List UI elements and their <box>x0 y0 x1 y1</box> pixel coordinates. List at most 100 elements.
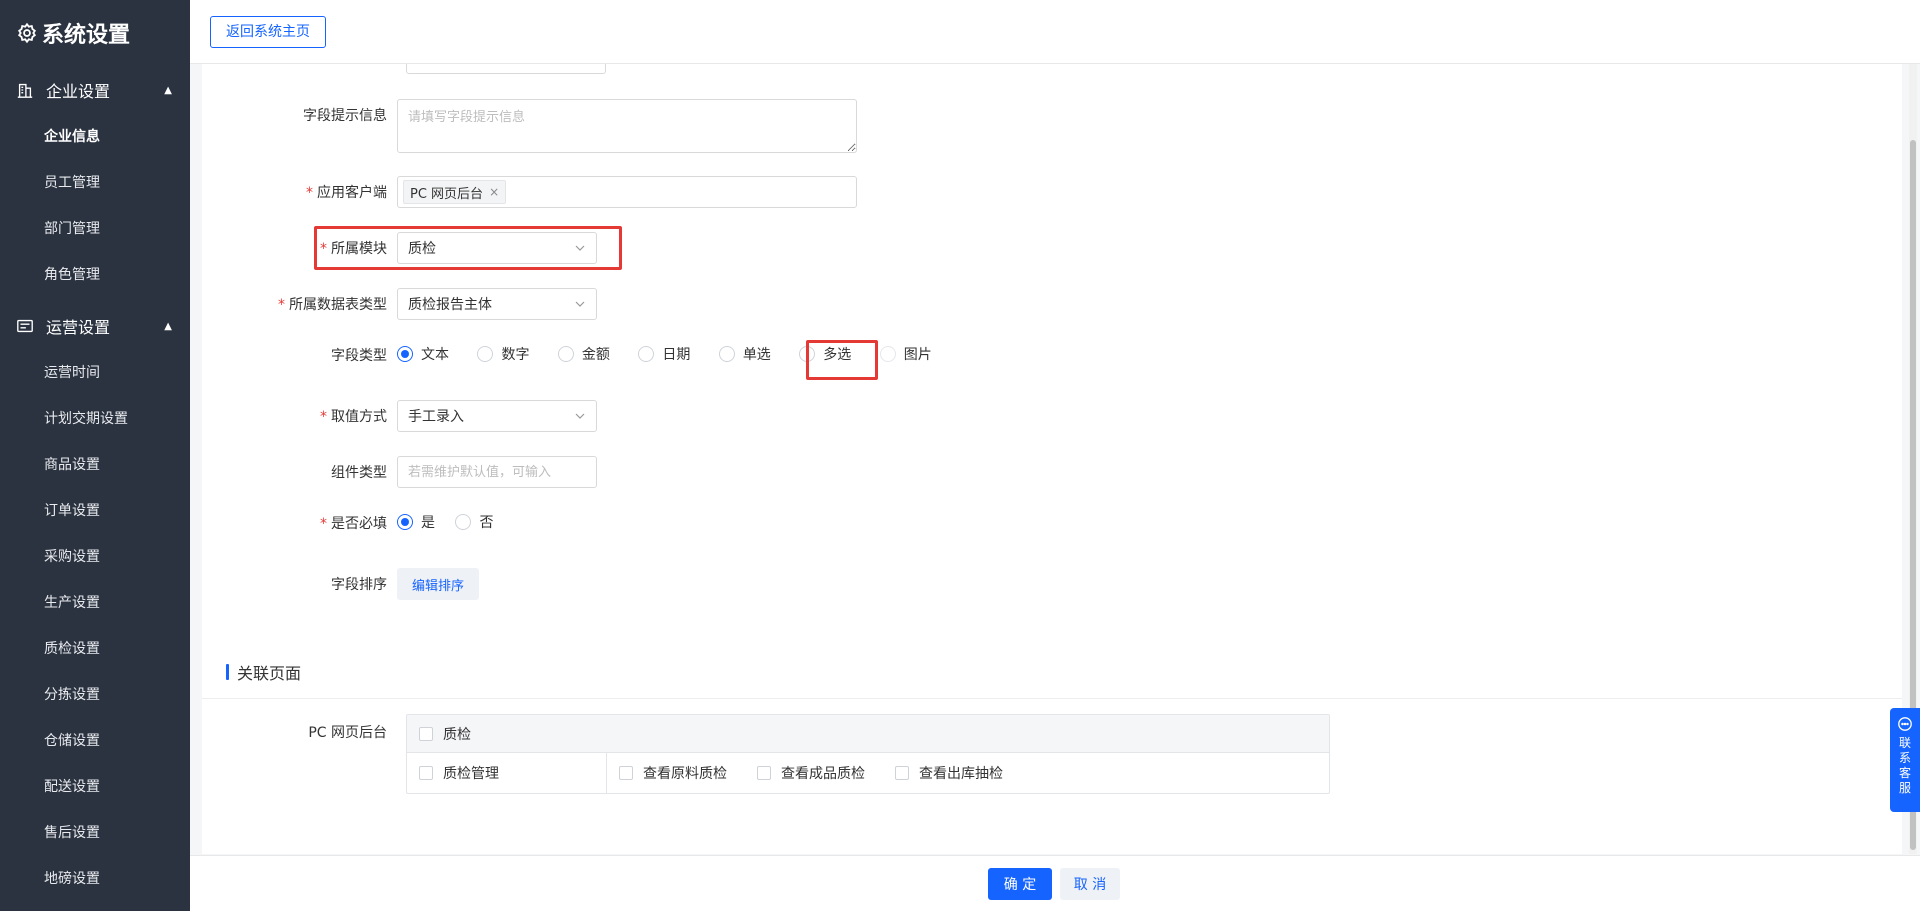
sidebar-item-goods[interactable]: 商品设置 <box>0 441 190 487</box>
field-label: * 是否必填 <box>202 513 397 533</box>
sidebar-item-staff[interactable]: 员工管理 <box>0 159 190 205</box>
building-icon <box>17 83 33 98</box>
radio-image[interactable]: 图片 <box>879 344 932 364</box>
cancel-button[interactable]: 取 消 <box>1060 868 1120 900</box>
sidebar-item-delivery[interactable]: 配送设置 <box>0 763 190 809</box>
field-label: 字段提示信息 <box>303 108 387 124</box>
client-tag-label: PC 网页后台 <box>410 186 484 202</box>
table-type-row: * 所属数据表类型 质检报告主体 <box>202 288 1502 320</box>
permission-body-row: 质检管理 查看原料质检 查看成品质检 查看出库抽检 <box>407 753 1329 793</box>
sidebar-item-role[interactable]: 角色管理 <box>0 251 190 297</box>
top-bar: 返回系统主页 <box>190 0 1920 64</box>
edit-sort-button[interactable]: 编辑排序 <box>397 568 480 600</box>
sidebar-item-quality[interactable]: 质检设置 <box>0 625 190 671</box>
sidebar-group-operation[interactable]: 运营设置 ▲ <box>0 303 190 349</box>
sidebar-item-aftersale[interactable]: 售后设置 <box>0 809 190 855</box>
checkbox-view-outbound-sampling[interactable]: 查看出库抽检 <box>895 763 1003 783</box>
checkbox-label: 查看原料质检 <box>643 766 727 782</box>
permission-right-cell: 查看原料质检 查看成品质检 查看出库抽检 <box>607 753 1329 793</box>
radio-dot <box>477 346 494 362</box>
sidebar-title: 系统设置 <box>42 23 131 48</box>
checkbox-view-product-quality[interactable]: 查看成品质检 <box>757 763 865 783</box>
radio-label: 文本 <box>421 347 449 363</box>
radio-no[interactable]: 否 <box>455 512 493 532</box>
sidebar-item-purchase[interactable]: 采购设置 <box>0 533 190 579</box>
back-to-home-button[interactable]: 返回系统主页 <box>210 16 326 48</box>
checkbox-quality[interactable]: 质检 <box>419 724 471 744</box>
client-row: * 应用客户端 PC 网页后台 × <box>202 176 1502 208</box>
radio-amount[interactable]: 金额 <box>557 344 610 364</box>
highlight-box-module <box>314 226 622 270</box>
value-mode-select[interactable]: 手工录入 <box>397 400 597 432</box>
footer-bar: 确 定 取 消 <box>190 855 1920 911</box>
table-type-select[interactable]: 质检报告主体 <box>397 288 597 320</box>
field-label: 字段排序 <box>331 577 387 593</box>
field-label: * 所属数据表类型 <box>202 294 397 314</box>
close-icon[interactable]: × <box>489 185 499 199</box>
checkbox-label: 质检 <box>443 726 471 743</box>
value-mode-select-value: 手工录入 <box>408 409 464 425</box>
radio-dot <box>879 346 896 362</box>
section-accent-bar <box>226 664 229 680</box>
checkbox-quality-management[interactable]: 质检管理 <box>419 763 499 783</box>
radio-label: 金额 <box>581 347 610 363</box>
chat-bubble-icon <box>1898 717 1912 731</box>
radio-date[interactable]: 日期 <box>638 344 690 364</box>
radio-label: 否 <box>479 515 494 531</box>
gear-icon <box>17 22 37 44</box>
permission-left-cell: 质检管理 <box>407 753 607 793</box>
field-label: * 取值方式 <box>202 406 397 426</box>
radio-dot <box>455 514 472 530</box>
chevron-down-icon <box>575 301 585 307</box>
field-label-text: 取值方式 <box>331 409 387 425</box>
sidebar-item-operating-time[interactable]: 运营时间 <box>0 349 190 395</box>
sidebar-group-label: 企业设置 <box>46 82 111 101</box>
sidebar-item-enterprise-info[interactable]: 企业信息 <box>0 113 190 159</box>
radio-single-choice[interactable]: 单选 <box>718 344 771 364</box>
field-label-text: 所属数据表类型 <box>289 297 387 313</box>
section-title: 关联页面 <box>226 660 301 684</box>
highlight-box-image-option <box>806 340 878 380</box>
field-label: 字段类型 <box>331 348 387 364</box>
radio-label: 日期 <box>662 347 691 363</box>
permission-head-row: 质检 <box>407 715 1329 753</box>
confirm-button[interactable]: 确 定 <box>988 868 1052 900</box>
sidebar-item-sorting[interactable]: 分拣设置 <box>0 671 190 717</box>
chevron-up-icon: ▲ <box>164 84 172 96</box>
required-radio-group: 是 否 <box>397 512 517 534</box>
chevron-up-icon: ▲ <box>164 320 172 332</box>
radio-number[interactable]: 数字 <box>477 344 529 364</box>
sidebar-item-delivery-plan[interactable]: 计划交期设置 <box>0 395 190 441</box>
radio-dot <box>638 346 655 362</box>
hint-row: 字段提示信息 <box>202 99 1502 153</box>
contact-support-button[interactable]: 联系客服 <box>1890 708 1920 812</box>
radio-text[interactable]: 文本 <box>397 344 449 364</box>
checkbox-box <box>895 766 909 780</box>
sidebar-group-label: 运营设置 <box>46 318 111 337</box>
field-label-text: 是否必填 <box>331 516 387 532</box>
radio-dot <box>557 346 574 362</box>
sidebar-item-scale[interactable]: 地磅设置 <box>0 855 190 901</box>
permission-table: 质检 质检管理 查看原料质检 查看成品质检 查看出库抽检 <box>406 714 1330 794</box>
sort-row: 字段排序 编辑排序 <box>202 568 1502 600</box>
radio-label: 单选 <box>742 347 771 363</box>
required-mark: * <box>320 409 327 425</box>
list-card-icon <box>17 319 33 333</box>
checkbox-label: 质检管理 <box>443 766 499 782</box>
required-mark: * <box>306 185 313 201</box>
client-tag: PC 网页后台 × <box>403 180 507 204</box>
section-title-text: 关联页面 <box>237 664 302 683</box>
platform-label: PC 网页后台 <box>308 725 387 741</box>
component-type-input[interactable] <box>397 456 597 488</box>
radio-label: 数字 <box>501 347 530 363</box>
sidebar-item-warehouse[interactable]: 仓储设置 <box>0 717 190 763</box>
checkbox-view-raw-quality[interactable]: 查看原料质检 <box>619 763 727 783</box>
client-multi-select[interactable]: PC 网页后台 × <box>397 176 857 208</box>
sidebar-item-production[interactable]: 生产设置 <box>0 579 190 625</box>
clipped-input[interactable] <box>406 64 606 74</box>
sidebar-group-enterprise[interactable]: 企业设置 ▲ <box>0 67 190 113</box>
sidebar-item-orders[interactable]: 订单设置 <box>0 487 190 533</box>
hint-textarea[interactable] <box>397 99 857 153</box>
sidebar-item-department[interactable]: 部门管理 <box>0 205 190 251</box>
radio-yes[interactable]: 是 <box>397 512 435 532</box>
